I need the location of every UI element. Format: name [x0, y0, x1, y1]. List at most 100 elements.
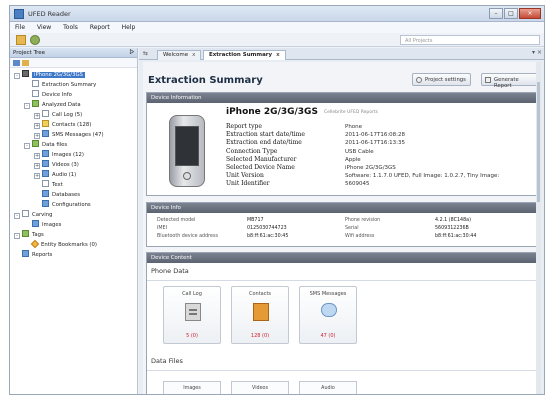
divider — [147, 280, 537, 281]
tree-item[interactable]: Entity Bookmarks (0) — [10, 239, 137, 250]
tab-extraction-summary[interactable]: Extraction Summary x — [203, 50, 286, 60]
device-field-value: USB Cable — [345, 148, 374, 155]
collapse-icon[interactable]: - — [24, 143, 30, 149]
contacts-card[interactable]: Contacts 128 (0) — [231, 286, 289, 344]
audio-card[interactable]: Audio — [299, 381, 357, 394]
tab-close-icon[interactable]: x — [276, 52, 280, 58]
generate-report-button[interactable]: Generate Report — [481, 73, 541, 89]
menu-file[interactable]: File — [10, 22, 30, 31]
call-log-icon — [42, 110, 49, 117]
collapse-icon[interactable]: - — [14, 73, 20, 79]
tree-item[interactable]: Device Info — [10, 90, 137, 100]
device-field-values: Phone 2011-06-17T16:08:28 2011-06-17T16:13… — [345, 123, 499, 189]
expand-icon[interactable]: + — [34, 173, 40, 179]
vertical-scrollbar[interactable] — [536, 62, 541, 394]
tree-item-label: SMS Messages (47) — [52, 132, 104, 138]
collapse-icon[interactable]: - — [14, 213, 20, 219]
tree-item-label: Call Log (5) — [52, 112, 83, 118]
expand-icon[interactable]: + — [34, 123, 40, 129]
tree-item[interactable]: + Images (12) — [10, 150, 137, 160]
section-header: Device Information — [147, 93, 537, 103]
folder-icon[interactable] — [22, 60, 29, 66]
phone-icon — [22, 70, 29, 77]
project-tree-title: Project Tree — [13, 50, 46, 56]
tree-item[interactable]: Databases — [10, 190, 137, 200]
tab-nav-icon[interactable]: ⇆ — [143, 50, 148, 57]
info-value: b8:ff:61:ac:30:44 — [435, 234, 477, 239]
tree-item[interactable]: - Carving — [10, 210, 137, 220]
scrollbar-thumb[interactable] — [537, 82, 540, 202]
menu-bar: File View Tools Report Help — [10, 22, 544, 33]
device-field-label: Extraction end date/time — [226, 139, 302, 147]
settings-icon[interactable] — [30, 35, 40, 45]
section-header: Device Content — [147, 253, 537, 263]
project-settings-label: Project settings — [425, 77, 466, 83]
tree-item[interactable]: Text — [10, 180, 137, 190]
minimize-button[interactable]: – — [489, 8, 503, 19]
tree-item[interactable]: Reports — [10, 250, 137, 260]
tree-item[interactable]: - iPhone 2G/3G/3GS — [10, 70, 137, 80]
tree-item-label: Videos (3) — [52, 162, 79, 168]
close-button[interactable]: × — [519, 8, 541, 19]
contacts-icon — [42, 120, 49, 127]
call-log-card[interactable]: Call Log 5 (0) — [163, 286, 221, 344]
tree-item-label: iPhone 2G/3G/3GS — [32, 72, 85, 78]
phone-home-button — [183, 172, 191, 180]
tree-item[interactable]: + SMS Messages (47) — [10, 130, 137, 140]
page-title: Extraction Summary — [148, 75, 263, 86]
tab-welcome[interactable]: Welcome x — [157, 50, 202, 60]
main-panel: ⇆ Welcome x Extraction Summary x ▾ × Extra… — [139, 48, 544, 394]
images-card[interactable]: Images — [163, 381, 221, 394]
card-count: 5 (0) — [186, 333, 198, 339]
tab-controls-icon[interactable]: ▾ × — [532, 49, 542, 56]
tree-item[interactable]: + Contacts (128) — [10, 120, 137, 130]
tab-bar: ⇆ Welcome x Extraction Summary x ▾ × — [139, 48, 544, 60]
device-subtitle: Cellebrite UFED Reports — [324, 110, 378, 115]
expand-icon[interactable]: + — [34, 113, 40, 119]
text-icon — [42, 180, 49, 187]
project-settings-button[interactable]: Project settings — [412, 73, 471, 86]
phone-data-heading: Phone Data — [151, 267, 189, 275]
menu-help[interactable]: Help — [117, 22, 141, 31]
videos-card[interactable]: Videos — [231, 381, 289, 394]
carving-icon — [22, 210, 29, 217]
window-title: UFED Reader — [28, 10, 71, 18]
info-value: 0125030744723 — [247, 226, 287, 231]
settings-icon — [416, 77, 422, 83]
tree-item[interactable]: - Analyzed Data — [10, 100, 137, 110]
divider — [147, 370, 537, 371]
search-input[interactable]: All Projects — [400, 35, 540, 45]
collapse-icon[interactable]: - — [14, 233, 20, 239]
expand-icon[interactable]: + — [34, 153, 40, 159]
pin-icon[interactable]: ᐅ — [129, 49, 134, 56]
expand-icon[interactable]: + — [34, 133, 40, 139]
database-icon — [42, 190, 49, 197]
expand-icon[interactable]: + — [34, 163, 40, 169]
collapse-icon[interactable]: - — [24, 103, 30, 109]
tree-item[interactable]: + Videos (3) — [10, 160, 137, 170]
tree-item[interactable]: Configurations — [10, 200, 137, 210]
open-folder-icon[interactable] — [16, 35, 26, 45]
tree-item[interactable]: Images — [10, 220, 137, 230]
info-label: Wifi address — [345, 234, 375, 239]
contacts-icon — [253, 303, 269, 321]
tree-item[interactable]: + Call Log (5) — [10, 110, 137, 120]
app-window: UFED Reader – □ × File View Tools Report… — [9, 5, 545, 395]
tree-item[interactable]: Extraction Summary — [10, 80, 137, 90]
menu-tools[interactable]: Tools — [58, 22, 83, 31]
menu-report[interactable]: Report — [85, 22, 115, 31]
menu-view[interactable]: View — [32, 22, 56, 31]
device-field-label: Unit Identifier — [226, 180, 270, 188]
device-field-value: 5609045 — [345, 181, 370, 188]
tree-item-label: Databases — [52, 192, 81, 198]
collapse-all-icon[interactable] — [13, 60, 20, 66]
tree-item[interactable]: - Data files — [10, 140, 137, 150]
maximize-button[interactable]: □ — [504, 8, 518, 19]
device-field-label: Unit Version — [226, 172, 264, 180]
sms-messages-card[interactable]: SMS Messages 47 (0) — [299, 286, 357, 344]
tree-item[interactable]: - Tags — [10, 230, 137, 240]
tab-close-icon[interactable]: x — [192, 52, 195, 58]
tree-item-label: Analyzed Data — [42, 102, 81, 108]
bookmark-icon — [30, 239, 40, 249]
tree-item[interactable]: + Audio (1) — [10, 170, 137, 180]
